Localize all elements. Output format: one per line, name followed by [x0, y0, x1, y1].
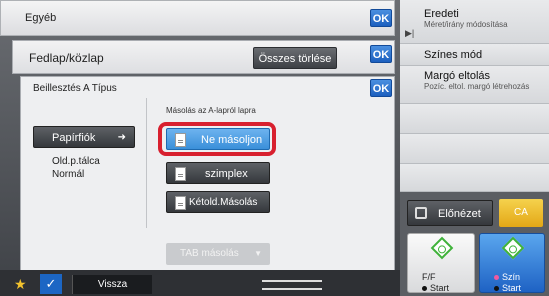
cover-label: Fedlap/közlap: [29, 51, 104, 65]
preview-icon: [415, 207, 427, 219]
black-dot-icon: [422, 286, 427, 292]
simplex-button[interactable]: szimplex: [166, 162, 270, 184]
tray-paper-type: Normál: [52, 169, 85, 180]
right-empty-item-2: [400, 134, 549, 164]
color-start-line1: Szín: [502, 272, 521, 282]
arrow-right-icon: ➜: [117, 132, 126, 143]
original-setting-item[interactable]: Eredeti Méret/irány módosítása: [400, 0, 549, 44]
clear-all-ca-button[interactable]: CA: [499, 199, 543, 227]
insertion-label: Beillesztés A Típus: [33, 83, 117, 94]
back-button[interactable]: Vissza: [72, 275, 152, 294]
right-empty-item-3: [400, 164, 549, 192]
document-icon: [175, 167, 186, 181]
color-mode-item[interactable]: Színes mód: [400, 44, 549, 66]
tray-source: Old.p.tálca: [52, 156, 100, 167]
margin-shift-item[interactable]: Margó eltolás Pozíc. eltol. margó létreh…: [400, 66, 549, 104]
ok-button-main[interactable]: OK: [370, 9, 392, 27]
play-icon: ▶|: [405, 28, 415, 38]
start-diamond-icon: [430, 236, 454, 260]
color-start-line2: Start: [502, 283, 522, 293]
chevron-down-icon: ▼: [254, 249, 262, 258]
original-sub-label: Méret/irány módosítása: [424, 20, 508, 29]
check-icon[interactable]: ✓: [40, 274, 62, 294]
paper-tray-label: Papírfiók: [52, 132, 96, 144]
duplex-button[interactable]: Kétold.Másolás: [166, 191, 270, 213]
copy-section-caption: Másolás az A-lapról lapra: [166, 106, 256, 115]
tab-copy-label: TAB másolás: [180, 248, 239, 259]
cover-panel: Fedlap/közlap: [12, 40, 395, 74]
color-start-text: Szín Start: [494, 272, 521, 294]
window-title: Egyéb: [25, 12, 57, 24]
bw-start-text: F/F Start: [422, 272, 449, 294]
divider: [146, 98, 147, 228]
paper-tray-button[interactable]: Papírfiók ➜: [33, 126, 135, 148]
clear-all-button[interactable]: Összes törlése: [253, 47, 337, 69]
duplex-label: Kétold.Másolás: [189, 197, 258, 208]
tab-copy-button[interactable]: TAB másolás ▼: [166, 243, 270, 265]
margin-shift-sub-label: Pozíc. eltol. margó létrehozás: [424, 82, 530, 91]
color-mode-label: Színes mód: [424, 49, 483, 61]
margin-shift-label: Margó eltolás: [424, 70, 491, 82]
preview-label: Előnézet: [438, 208, 481, 220]
color-dot-icon: [494, 275, 499, 281]
highlight-ring: [158, 122, 276, 156]
start-diamond-icon: [501, 236, 525, 260]
tray-info: Old.p.tálca Normál: [52, 155, 100, 181]
ok-button-cover[interactable]: OK: [370, 45, 392, 63]
window-title-bar: Egyéb: [0, 0, 395, 36]
color-start-button[interactable]: Szín Start: [479, 233, 545, 293]
simplex-label: szimplex: [205, 168, 248, 180]
star-icon[interactable]: ★: [14, 276, 27, 293]
scroll-indicator: [262, 280, 322, 290]
ok-button-insertion[interactable]: OK: [370, 79, 392, 97]
bw-start-button[interactable]: F/F Start: [407, 233, 475, 293]
document-icon: [175, 196, 186, 210]
right-empty-item-1: [400, 104, 549, 134]
original-label: Eredeti: [424, 8, 459, 20]
black-dot-icon: [494, 286, 499, 292]
bw-start-line1: F/F: [422, 272, 436, 282]
bw-start-line2: Start: [430, 283, 450, 293]
